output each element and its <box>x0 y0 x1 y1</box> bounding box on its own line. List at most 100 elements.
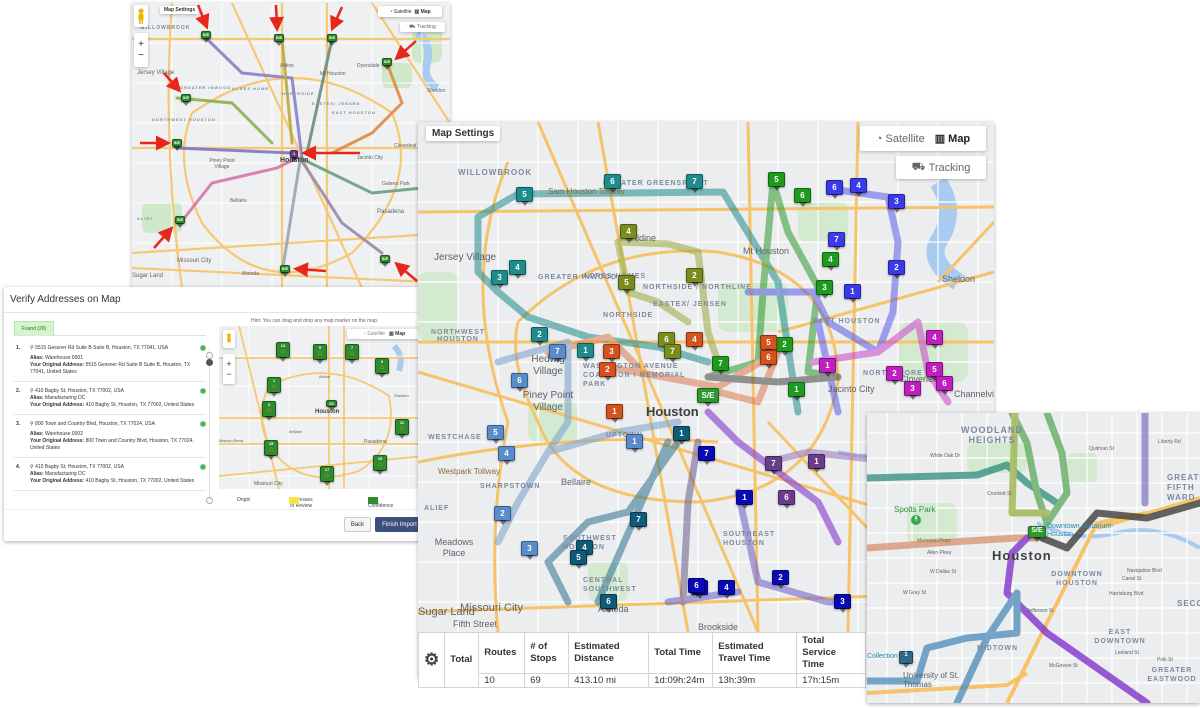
finish-import-button[interactable]: Finish Import <box>375 517 424 532</box>
route-stop-marker[interactable]: 7 <box>664 344 681 363</box>
address-list-item[interactable]: 1. ⚲ 5515 Gessner Rd Suite B Suite B, Ho… <box>14 339 206 382</box>
route-stop-marker[interactable]: 1 <box>808 454 825 473</box>
route-stop-marker[interactable]: 6 <box>778 490 795 509</box>
origin-marker[interactable]: 11 ⌂ <box>395 419 409 439</box>
origin-marker[interactable]: 3 ⌂ <box>262 401 276 421</box>
origin-marker[interactable]: 7 ⌂ <box>345 344 359 364</box>
route-stop-marker[interactable]: 4 <box>718 580 735 599</box>
address-list-item[interactable]: 2. ⚲ 410 Bagby St, Houston, TX 77002, US… <box>14 382 206 415</box>
route-stop-marker[interactable]: 7 <box>828 232 845 251</box>
origin-marker[interactable]: 17 ⌂ <box>320 466 334 486</box>
route-stop-marker[interactable]: 2 <box>776 337 793 356</box>
scroll-thumb[interactable] <box>206 359 213 366</box>
zoom-out-button[interactable]: − <box>226 369 231 379</box>
route-stop-marker[interactable]: 5 <box>760 335 777 354</box>
route-stop-marker[interactable]: 5 <box>768 172 785 191</box>
origin-marker[interactable]: 9 ⌂ <box>375 358 389 378</box>
route-stop-marker[interactable]: 1 <box>673 426 690 445</box>
address-list-item[interactable]: 4. ⚲ 410 Bagby St, Houston, TX 77002, US… <box>14 458 206 491</box>
route-stop-marker[interactable]: 1 <box>577 343 594 362</box>
route-stop-marker[interactable]: 2 <box>772 570 789 589</box>
route-stop-marker[interactable]: 5 <box>618 275 635 294</box>
route-stop-marker[interactable]: 3 <box>888 194 905 213</box>
route-stop-marker[interactable]: 3 <box>816 280 833 299</box>
depot-marker[interactable]: S/E <box>1028 526 1046 542</box>
overview-map[interactable]: WILLOWBROOK Jersey Village GREATER INWOO… <box>132 3 450 288</box>
downtown-detail-map[interactable]: WOODLAND HEIGHTS White Oak Dr Quitman St… <box>867 413 1200 703</box>
depot-marker[interactable]: S/E <box>697 388 719 407</box>
route-stop-marker[interactable]: 1 <box>736 490 753 509</box>
route-stop-marker[interactable]: 1 <box>844 284 861 303</box>
satellite-toggle[interactable]: ◔ Satellite <box>363 331 385 337</box>
scroll-down-handle[interactable] <box>206 497 213 504</box>
high-confidence-marker[interactable]: 20 <box>326 400 337 411</box>
route-stop-marker[interactable]: 1 <box>788 382 805 401</box>
summary-travel-time: 13h:39m <box>712 673 798 688</box>
route-stop-marker[interactable]: 7 <box>686 174 703 193</box>
route-stop-marker[interactable]: 4 <box>822 252 839 271</box>
route-stop-marker[interactable]: 6 <box>936 376 953 395</box>
address-list-item[interactable]: 3. ⚲ 800 Town and Country Blvd, Houston,… <box>14 415 206 458</box>
original-address-value: 410 Bagby St, Houston, TX 77002, United … <box>85 402 195 408</box>
route-stop-marker[interactable]: 3 <box>904 381 921 400</box>
route-stop-marker[interactable]: 1 <box>819 358 836 377</box>
origin-marker[interactable]: 19 ⌂ <box>373 455 387 475</box>
gear-icon[interactable]: ⚙ <box>424 650 439 669</box>
route-stop-marker[interactable]: 3 <box>491 270 508 289</box>
route-stop-marker[interactable]: 5 <box>926 362 943 381</box>
route-stop-marker[interactable]: 6 <box>826 180 843 199</box>
origin-marker[interactable]: 1 ⌂ <box>267 377 281 397</box>
route-stop-marker[interactable]: 2 <box>888 260 905 279</box>
route-stop-marker[interactable]: 4 <box>686 332 703 351</box>
route-stop-marker[interactable]: 1 <box>899 651 913 668</box>
verify-map[interactable]: Houston Aldine Sheldon Mission Bend Bell… <box>219 326 424 489</box>
zoom-in-button[interactable]: + <box>226 359 231 369</box>
route-stop-marker[interactable]: 6 <box>688 578 705 597</box>
tracking-button[interactable]: ⛟ Tracking <box>896 156 986 179</box>
satellite-toggle[interactable]: ◔ Satellite <box>876 133 925 145</box>
route-stop-marker[interactable]: 2 <box>494 506 511 525</box>
route-stop-marker[interactable]: 6 <box>511 373 528 392</box>
route-stop-marker[interactable]: 1 <box>606 404 623 423</box>
route-stop-marker[interactable]: 3 <box>603 344 620 363</box>
map-toggle[interactable]: ▥ Map <box>389 331 405 337</box>
route-stop-marker[interactable]: 3 <box>521 541 538 560</box>
route-stop-marker[interactable]: 5 <box>487 425 504 444</box>
origin-marker[interactable]: 5 ⌂ <box>313 344 327 364</box>
route-stop-marker[interactable]: 3 <box>834 594 851 613</box>
satellite-label: Satellite <box>367 331 386 337</box>
route-stop-marker[interactable]: 4 <box>498 446 515 465</box>
route-stop-marker[interactable]: 2 <box>599 362 616 381</box>
tab-found[interactable]: Found (20) <box>14 321 54 335</box>
origin-marker[interactable]: 13 ⌂ <box>276 342 290 362</box>
route-stop-marker[interactable]: 4 <box>926 330 943 349</box>
route-stop-marker[interactable]: 2 <box>531 327 548 346</box>
item-number: 4. <box>16 464 21 470</box>
scroll-up-handle[interactable] <box>206 352 213 359</box>
map-toggle[interactable]: ▥ Map <box>935 132 970 145</box>
route-stop-marker[interactable]: 7 <box>712 356 729 375</box>
geocoded-address: 410 Bagby St, Houston, TX 77002, USA <box>35 464 124 470</box>
route-stop-marker[interactable]: 6 <box>604 174 621 193</box>
origin-marker[interactable]: 15 ⌂ <box>264 440 278 460</box>
back-button[interactable]: Back <box>344 517 371 532</box>
street-view-pegman[interactable] <box>223 330 235 348</box>
route-stop-marker[interactable]: 7 <box>630 512 647 531</box>
place-label: Sheldon <box>942 274 976 284</box>
route-stop-marker[interactable]: 7 <box>765 456 782 475</box>
route-stop-marker[interactable]: 4 <box>850 178 867 197</box>
map-settings-button[interactable]: Map Settings <box>426 126 501 141</box>
route-stop-marker[interactable]: 6 <box>760 350 777 369</box>
list-scrollbar[interactable] <box>209 349 210 499</box>
route-stop-marker[interactable]: 7 <box>549 344 566 363</box>
route-stop-marker[interactable]: 5 <box>516 187 533 206</box>
route-stop-marker[interactable]: 2 <box>886 366 903 385</box>
route-stop-marker[interactable]: 4 <box>620 224 637 243</box>
route-stop-marker[interactable]: 6 <box>794 188 811 207</box>
route-stop-marker[interactable]: 6 <box>600 594 617 613</box>
route-stop-marker[interactable]: 1 <box>626 434 643 453</box>
route-stop-marker[interactable]: 4 <box>509 260 526 279</box>
route-stop-marker[interactable]: 2 <box>686 268 703 287</box>
route-stop-marker[interactable]: 7 <box>698 446 715 465</box>
route-stop-marker[interactable]: 5 <box>570 550 587 569</box>
